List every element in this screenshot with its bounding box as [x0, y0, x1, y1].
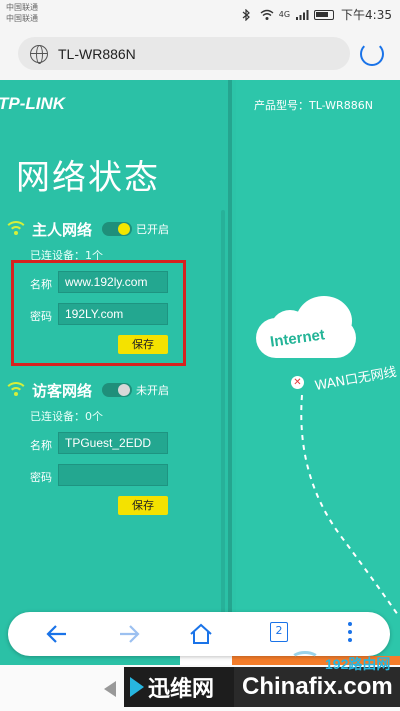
wifi-icon — [4, 380, 28, 400]
wifi-watermark-icon — [290, 651, 320, 669]
guest-network-name-label: 名称 — [30, 439, 52, 452]
browser-toolbar: TL-WR886N — [0, 30, 400, 80]
connection-line — [300, 395, 399, 616]
carrier-label-1: 中国联通 — [6, 3, 38, 12]
guest-network-save-button[interactable]: 保存 — [118, 496, 168, 515]
guest-network-password-label: 密码 — [30, 471, 52, 484]
refresh-icon[interactable] — [360, 42, 384, 66]
network-type-label: 4G — [278, 10, 291, 19]
url-text[interactable]: TL-WR886N — [58, 46, 136, 62]
more-menu-icon[interactable] — [348, 622, 352, 644]
wifi-status-icon — [260, 9, 274, 21]
main-network-toggle-label: 已开启 — [136, 223, 170, 236]
page-title: 网络状态 — [16, 158, 160, 198]
bluetooth-icon — [241, 8, 255, 21]
browser-bottom-bar: 2 — [8, 612, 390, 656]
guest-network-header: 访客网络 未开启 — [0, 378, 169, 402]
globe-icon — [30, 44, 48, 64]
guest-network-toggle[interactable] — [102, 383, 133, 397]
guest-network-password-input[interactable] — [58, 464, 168, 486]
guest-network-section: 访客网络 未开启 已连设备：0个 名称 TPGuest_2EDD 密码 保存 — [0, 378, 222, 528]
home-icon[interactable] — [188, 622, 214, 646]
main-network-title: 主人网络 — [32, 220, 93, 239]
address-bar[interactable]: TL-WR886N — [18, 37, 350, 70]
xunwei-brand-text: 迅维网 — [148, 677, 215, 702]
main-network-header: 主人网络 已开启 — [0, 217, 169, 241]
xunwei-watermark: 迅维网 — [124, 667, 234, 707]
forward-arrow-icon[interactable] — [116, 622, 142, 646]
guest-network-name-input[interactable]: TPGuest_2EDD — [58, 432, 168, 454]
tp-link-logo: TP-LINK — [0, 94, 66, 113]
router-web-page: TP-LINK 产品型号：TL-WR886N 网络状态 主人网络 已开启 已连设… — [0, 80, 400, 665]
tabs-button[interactable]: 2 — [270, 622, 288, 642]
192-router-watermark: 192路由网 — [325, 656, 391, 672]
error-icon: ✕ — [291, 376, 304, 389]
wifi-icon — [4, 219, 28, 239]
guest-network-toggle-label: 未开启 — [136, 384, 170, 397]
status-icons: 4G 下午4:35 — [241, 6, 392, 23]
guest-network-title: 访客网络 — [32, 381, 93, 400]
system-back-icon[interactable] — [104, 681, 116, 697]
main-network-toggle[interactable] — [102, 222, 133, 236]
phone-screen: 中国联通 中国联通 4G 下午4:35 TL-WR886N TP-LINK 产品… — [0, 0, 400, 711]
guest-network-connected-count: 已连设备：0个 — [30, 410, 103, 423]
signal-icon — [295, 9, 309, 21]
model-label: 产品型号：TL-WR886N — [254, 99, 373, 112]
carrier-label-2: 中国联通 — [6, 14, 38, 23]
clock: 下午4:35 — [341, 8, 392, 22]
status-bar: 中国联通 中国联通 4G 下午4:35 — [0, 0, 400, 30]
arrow-logo-icon — [130, 677, 144, 697]
highlight-box — [11, 260, 186, 366]
battery-icon — [314, 9, 335, 20]
back-arrow-icon[interactable] — [44, 622, 70, 646]
